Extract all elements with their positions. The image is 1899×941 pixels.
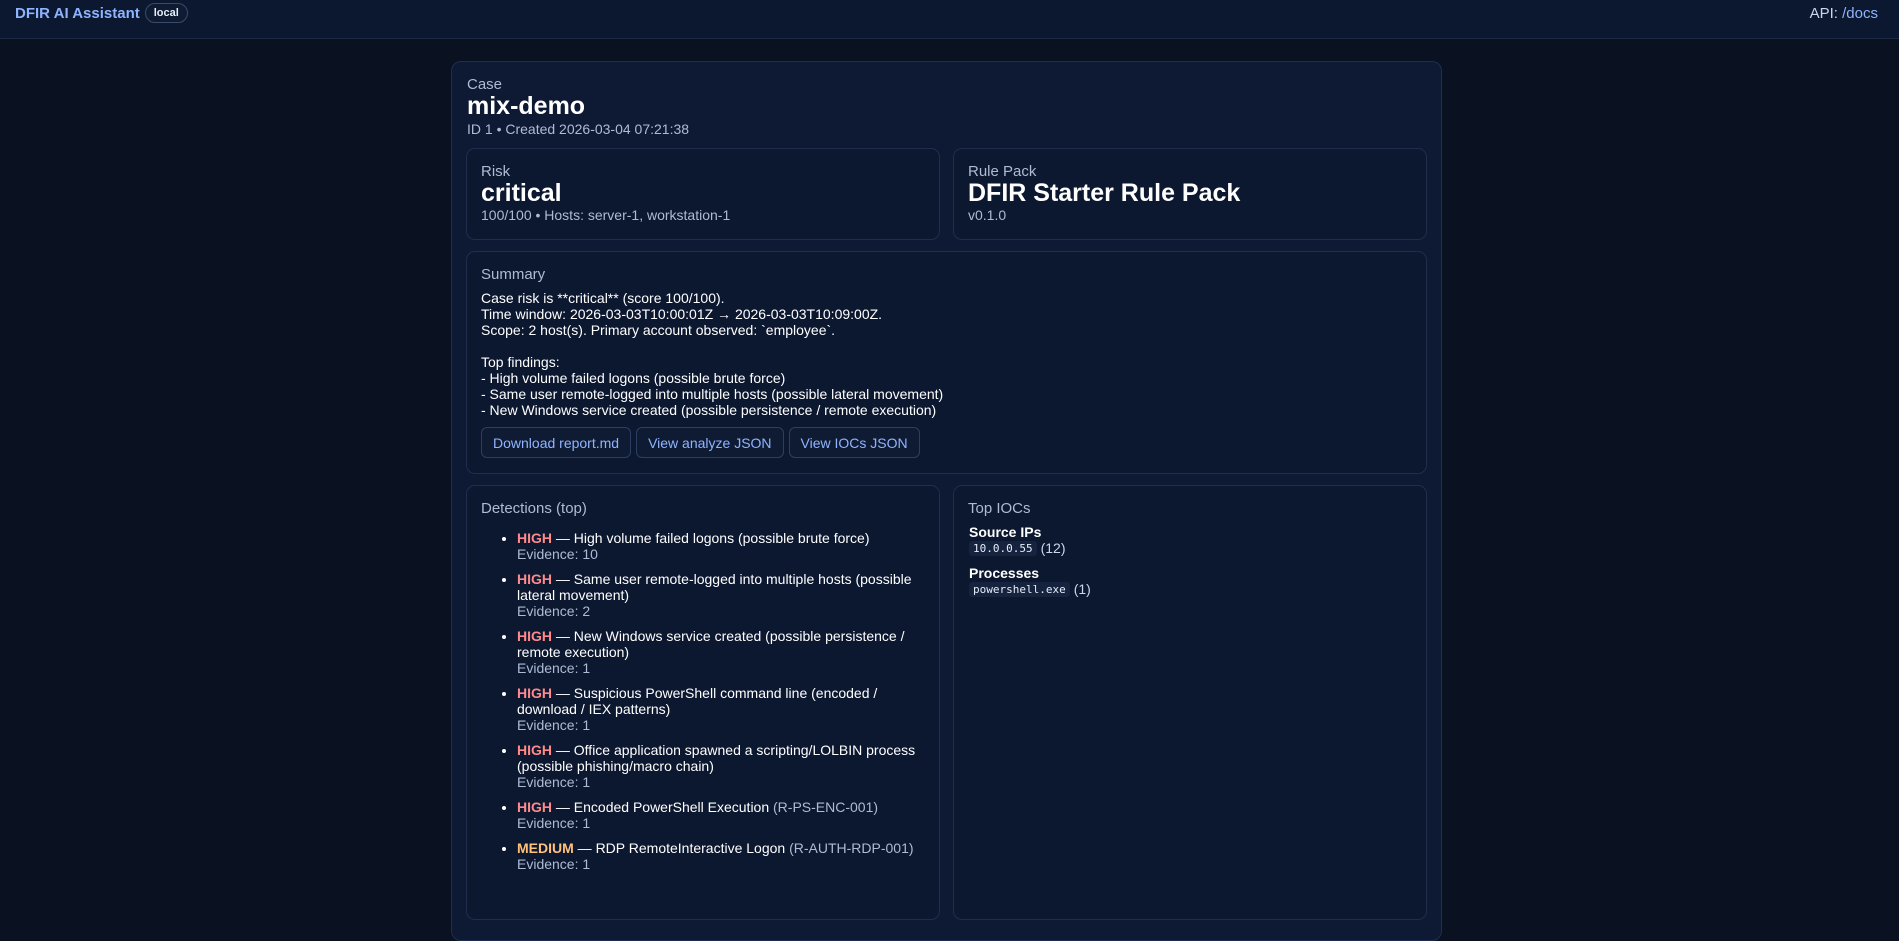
rule-pack-card: Rule Pack DFIR Starter Rule Pack v0.1.0 [953,148,1427,240]
env-badge: local [144,3,188,23]
risk-level: critical [481,179,562,207]
detection-evidence: Evidence: 1 [517,717,591,733]
severity-badge: HIGH [517,530,552,546]
source-ip-item: 10.0.0.55 (12) [969,540,1066,556]
detection-separator: — [552,571,574,587]
detections-list: HIGH — High volume failed logons (possib… [481,530,921,881]
detection-evidence: Evidence: 1 [517,774,591,790]
detection-title: High volume failed logons (possible brut… [573,530,870,546]
detections-label: Detections (top) [481,500,587,517]
detection-title: RDP RemoteInteractive Logon [595,840,786,856]
summary-label: Summary [481,266,546,283]
processes-heading: Processes [969,565,1040,581]
source-ips-heading: Source IPs [969,524,1042,540]
detection-separator: — [573,840,596,856]
severity-badge: HIGH [517,628,552,644]
iocs-label: Top IOCs [968,500,1031,517]
detections-card: Detections (top) HIGH — High volume fail… [466,485,940,920]
case-title: mix-demo [467,92,586,120]
detection-item: HIGH — High volume failed logons (possib… [517,530,921,562]
detection-item: MEDIUM — RDP RemoteInteractive Logon (R-… [517,840,921,872]
risk-detail: 100/100 • Hosts: server-1, workstation-1 [481,207,731,223]
view-iocs-json-button[interactable]: View IOCs JSON [788,427,920,458]
severity-badge: HIGH [517,799,552,815]
rule-id: (R-PS-ENC-001) [773,799,879,815]
detection-item: HIGH — Office application spawned a scri… [517,742,921,790]
iocs-card: Top IOCs Source IPs 10.0.0.55 (12) Proce… [953,485,1427,920]
app-title[interactable]: DFIR AI Assistant [15,5,140,22]
source-ip-count: (12) [1040,540,1066,556]
detection-separator: — [552,685,574,701]
detection-item: HIGH — Encoded PowerShell Execution (R-P… [517,799,921,831]
detection-title: Same user remote-logged into multiple ho… [517,571,912,603]
detection-evidence: Evidence: 2 [517,603,591,619]
summary-card: Summary Case risk is **critical** (score… [466,251,1427,474]
detection-evidence: Evidence: 1 [517,815,591,831]
detection-title: New Windows service created (possible pe… [517,628,905,660]
process-count: (1) [1073,581,1091,597]
case-label: Case [467,76,503,93]
process-item: powershell.exe (1) [969,581,1091,597]
download-report-button[interactable]: Download report.md [481,427,632,458]
detection-separator: — [552,530,574,546]
case-panel: Case mix-demo ID 1 • Created 2026-03-04 … [451,61,1442,941]
detection-item: HIGH — Suspicious PowerShell command lin… [517,685,921,733]
detection-separator: — [552,628,574,644]
source-ip-value: 10.0.0.55 [969,540,1037,556]
api-prefix: API: [1809,5,1838,22]
severity-badge: MEDIUM [517,840,574,856]
api-docs: API: /docs [1810,5,1878,22]
risk-label: Risk [481,163,511,180]
detection-item: HIGH — New Windows service created (poss… [517,628,921,676]
severity-badge: HIGH [517,571,552,587]
top-bar: DFIR AI Assistant local API: /docs [0,0,1899,39]
process-value: powershell.exe [969,581,1070,597]
severity-badge: HIGH [517,685,552,701]
detection-separator: — [552,799,574,815]
brand: DFIR AI Assistant local [15,3,188,23]
detection-evidence: Evidence: 1 [517,856,591,872]
detection-evidence: Evidence: 1 [517,660,591,676]
detection-title: Office application spawned a scripting/L… [517,742,916,774]
detection-separator: — [552,742,574,758]
severity-badge: HIGH [517,742,552,758]
view-analyze-json-button[interactable]: View analyze JSON [636,427,784,458]
detection-title: Encoded PowerShell Execution [573,799,770,815]
rule-pack-name: DFIR Starter Rule Pack [968,179,1241,207]
rule-id: (R-AUTH-RDP-001) [789,840,914,856]
risk-card: Risk critical 100/100 • Hosts: server-1,… [466,148,940,240]
rule-pack-label: Rule Pack [968,163,1037,180]
api-docs-link[interactable]: /docs [1842,5,1878,22]
summary-actions: Download report.md View analyze JSON Vie… [481,427,920,458]
detection-item: HIGH — Same user remote-logged into mult… [517,571,921,619]
detection-evidence: Evidence: 10 [517,546,598,562]
case-meta: ID 1 • Created 2026-03-04 07:21:38 [467,121,690,137]
summary-text: Case risk is **critical** (score 100/100… [481,290,944,418]
rule-pack-version: v0.1.0 [968,207,1007,223]
